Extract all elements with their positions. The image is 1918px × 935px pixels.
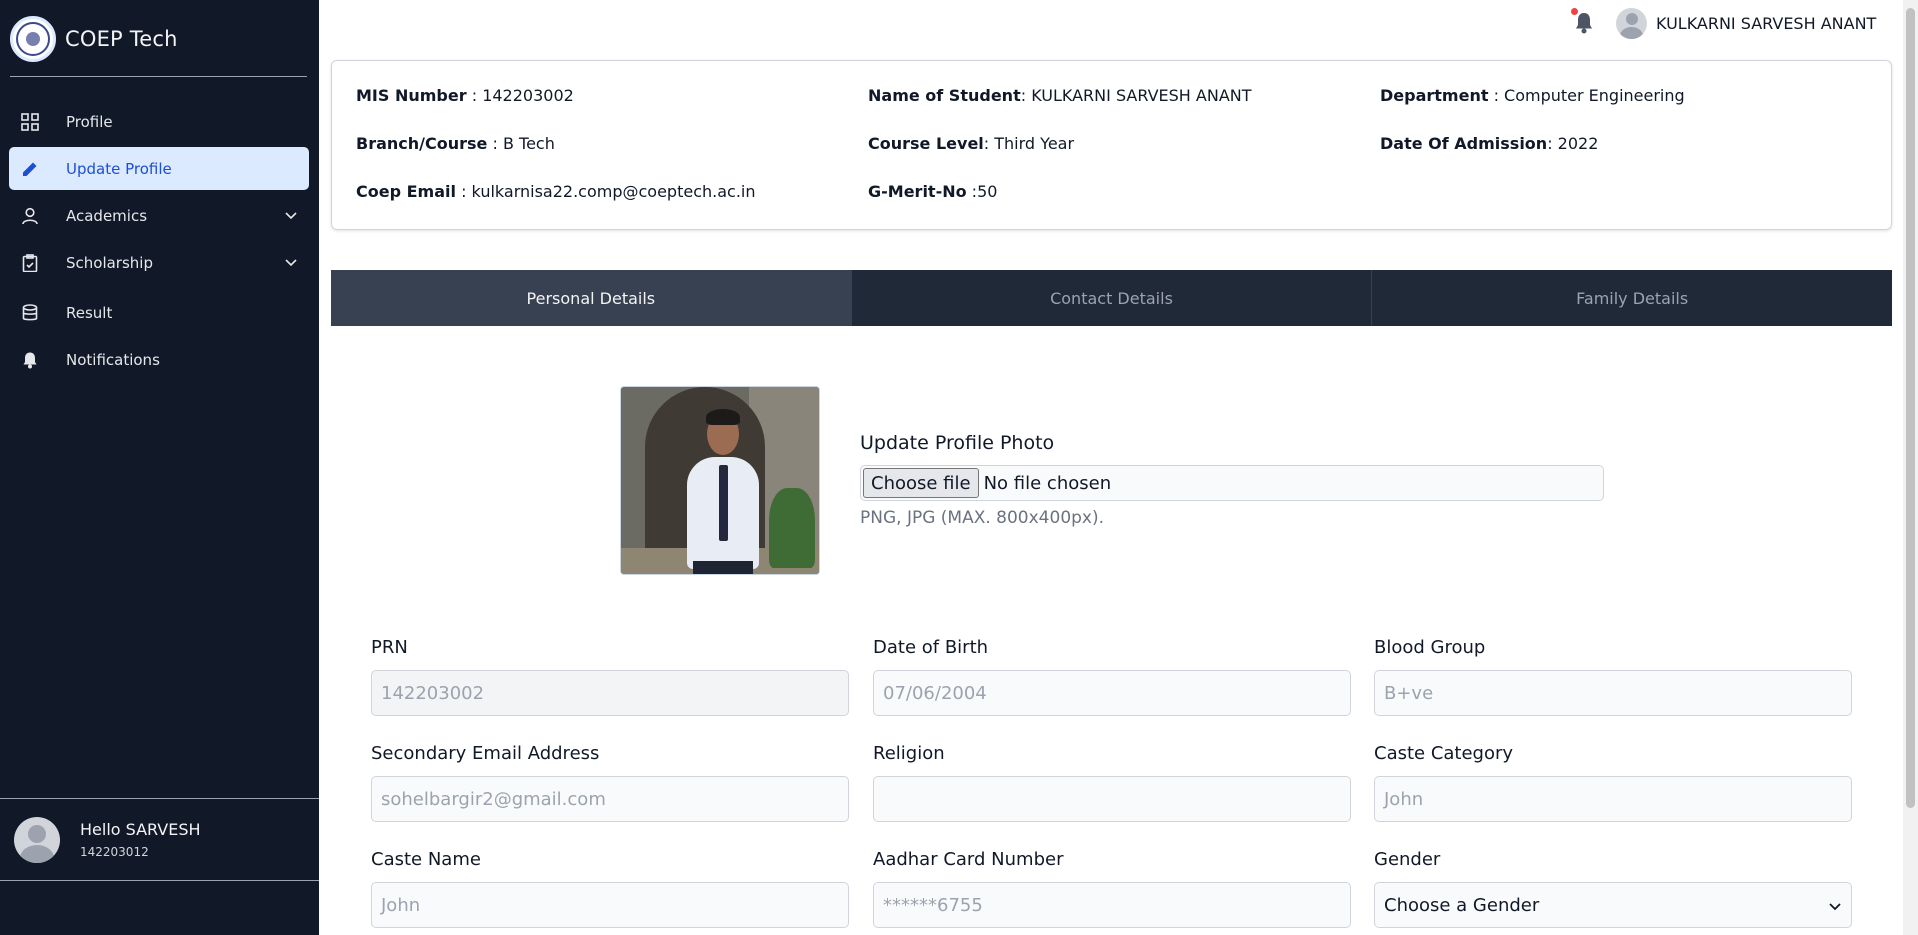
file-status: No file chosen	[983, 472, 1112, 494]
pencil-icon	[20, 159, 40, 179]
chevron-down-icon[interactable]	[285, 256, 299, 270]
caste-category-field[interactable]: John	[1374, 776, 1852, 822]
sidebar-item-notifications[interactable]: Notifications	[9, 338, 309, 381]
sidebar: COEP Tech Profile Update Profile Academi…	[0, 0, 319, 935]
sidebar-item-label: Academics	[66, 206, 148, 225]
prn-label: PRN	[371, 637, 408, 658]
prn-field[interactable]: 142203002	[371, 670, 849, 716]
profile-photo	[620, 386, 820, 575]
gender-label: Gender	[1374, 849, 1441, 870]
chevron-down-icon[interactable]	[285, 209, 299, 223]
scrollbar-thumb[interactable]	[1906, 8, 1915, 808]
sidebar-nav: Profile Update Profile Academics Scholar…	[9, 100, 309, 385]
student-info-card: MIS Number : 142203002 Name of Student: …	[331, 60, 1892, 230]
gender-select-value: Choose a Gender	[1384, 894, 1540, 916]
aadhar-label: Aadhar Card Number	[873, 849, 1064, 870]
avatar	[1616, 8, 1647, 39]
sidebar-item-academics[interactable]: Academics	[9, 194, 309, 237]
coep-email: Coep Email : kulkarnisa22.comp@coeptech.…	[356, 182, 756, 201]
tab-contact-details[interactable]: Contact Details	[852, 270, 1373, 326]
tab-personal-details[interactable]: Personal Details	[331, 270, 852, 326]
brand[interactable]: COEP Tech	[0, 0, 319, 78]
course-level: Course Level: Third Year	[868, 134, 1075, 153]
dob-label: Date of Birth	[873, 637, 989, 658]
mis-number: MIS Number : 142203002	[356, 86, 574, 105]
sidebar-item-scholarship[interactable]: Scholarship	[9, 241, 309, 284]
religion-label: Religion	[873, 743, 945, 764]
sidebar-user[interactable]: Hello SARVESH 142203012	[0, 798, 319, 881]
user-name: KULKARNI SARVESH ANANT	[1656, 14, 1877, 33]
choose-file-button[interactable]: Choose file	[863, 468, 979, 498]
sidebar-item-label: Notifications	[66, 350, 160, 369]
department: Department : Computer Engineering	[1380, 86, 1685, 105]
sidebar-item-label: Profile	[66, 112, 113, 131]
clipboard-icon	[20, 253, 40, 273]
branch-course: Branch/Course : B Tech	[356, 134, 555, 153]
avatar	[14, 816, 60, 863]
g-merit-no: G-Merit-No :50	[868, 182, 998, 201]
notification-dot	[1571, 8, 1578, 15]
topbar: KULKARNI SARVESH ANANT	[319, 0, 1903, 50]
file-hint: PNG, JPG (MAX. 800x400px).	[860, 508, 1105, 528]
caste-name-label: Caste Name	[371, 849, 481, 870]
sidebar-item-result[interactable]: Result	[9, 291, 309, 334]
tab-family-details[interactable]: Family Details	[1372, 270, 1892, 326]
upload-photo-label: Update Profile Photo	[860, 432, 1055, 454]
sidebar-item-label: Scholarship	[66, 253, 153, 272]
grid-icon	[20, 112, 40, 132]
sidebar-item-label: Update Profile	[66, 159, 172, 178]
blood-group-label: Blood Group	[1374, 637, 1486, 658]
caste-name-field[interactable]: John	[371, 882, 849, 928]
profile-tabs: Personal Details Contact Details Family …	[331, 270, 1892, 326]
scrollbar[interactable]	[1903, 0, 1918, 935]
user-greeting: Hello SARVESH	[80, 820, 201, 839]
secondary-email-label: Secondary Email Address	[371, 743, 600, 764]
photo-file-input[interactable]: Choose file No file chosen	[860, 465, 1604, 501]
divider	[10, 76, 307, 77]
sidebar-item-profile[interactable]: Profile	[9, 100, 309, 143]
bell-icon	[20, 350, 40, 370]
user-id: 142203012	[80, 845, 149, 859]
secondary-email-field[interactable]: sohelbargir2@gmail.com	[371, 776, 849, 822]
religion-field[interactable]	[873, 776, 1351, 822]
user-icon	[20, 206, 40, 226]
date-of-admission: Date Of Admission: 2022	[1380, 134, 1599, 153]
chevron-down-icon	[1829, 895, 1841, 916]
sidebar-item-update-profile[interactable]: Update Profile	[9, 147, 309, 190]
student-name: Name of Student: KULKARNI SARVESH ANANT	[868, 86, 1252, 105]
brand-name: COEP Tech	[65, 27, 178, 51]
college-logo	[10, 16, 56, 62]
caste-category-label: Caste Category	[1374, 743, 1514, 764]
database-icon	[20, 303, 40, 323]
sidebar-item-label: Result	[66, 303, 113, 322]
dob-field[interactable]: 07/06/2004	[873, 670, 1351, 716]
user-menu[interactable]: KULKARNI SARVESH ANANT	[1616, 8, 1876, 39]
aadhar-field[interactable]: ******6755	[873, 882, 1351, 928]
blood-group-field[interactable]: B+ve	[1374, 670, 1852, 716]
gender-select[interactable]: Choose a Gender	[1374, 882, 1852, 928]
